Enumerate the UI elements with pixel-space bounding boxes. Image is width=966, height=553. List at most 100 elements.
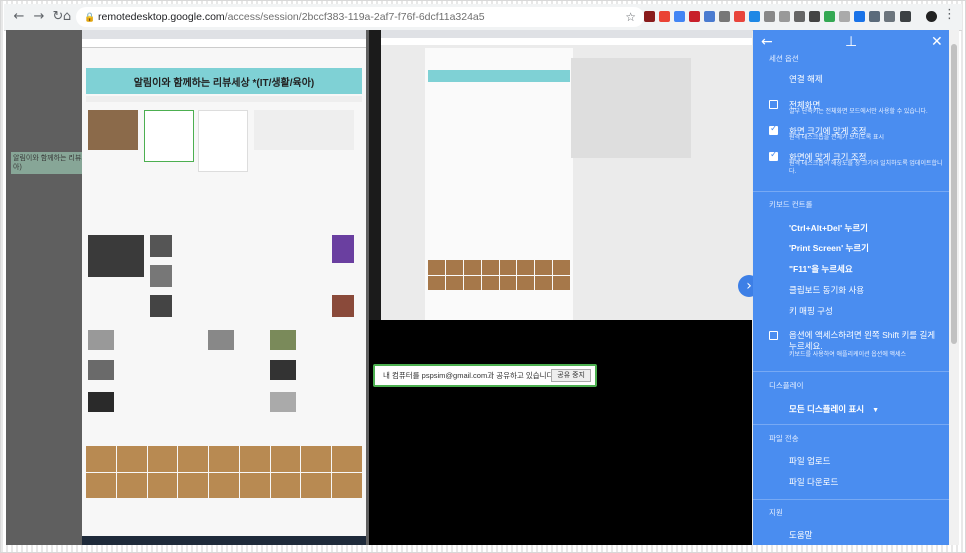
- close-icon[interactable]: ✕: [931, 34, 943, 50]
- browser-toolbar: ← → ↻ ⌂ 🔒 remotedesktop.google.com/acces…: [4, 4, 962, 31]
- sharing-notification: 내 컴퓨터를 pspsim@gmail.com과 공유하고 있습니다. 공유 중…: [373, 364, 597, 387]
- ctrl-alt-del-button[interactable]: 'Ctrl+Alt+Del' 누르기: [789, 222, 868, 234]
- extension-icon[interactable]: [839, 11, 850, 22]
- browser-menu-icon[interactable]: ⋮: [943, 7, 956, 22]
- remote-tab-strip: [381, 30, 752, 38]
- remote-screen-secondary[interactable]: [381, 30, 752, 320]
- print-screen-button[interactable]: 'Print Screen' 누르기: [789, 242, 869, 254]
- nested-photo-grid: [428, 260, 570, 290]
- extension-icon[interactable]: [900, 11, 911, 22]
- section-header-support: 지원: [769, 508, 783, 517]
- photo-grid: [86, 446, 362, 498]
- blog-title: 알림이와 함께하는 리뷰세상 *(IT/생활/육아): [133, 78, 315, 89]
- clipboard-sync-button[interactable]: 클립보드 동기화 사용: [789, 284, 864, 296]
- blog-widget: [144, 110, 194, 162]
- extension-icon[interactable]: [704, 11, 715, 22]
- display-select-value: 모든 디스플레이 표시: [789, 404, 865, 414]
- extension-icon[interactable]: [689, 11, 700, 22]
- article-thumbnail: [150, 265, 172, 287]
- section-header-file-transfer: 파일 전송: [769, 434, 799, 443]
- article-thumbnail: [332, 295, 354, 317]
- bookmark-star-icon[interactable]: ☆: [625, 7, 636, 27]
- article-thumbnail: [332, 235, 354, 263]
- url-host: remotedesktop.google.com: [98, 11, 225, 23]
- lock-icon: 🔒: [84, 12, 96, 22]
- extension-icon[interactable]: [884, 11, 895, 22]
- remote-desktop-view[interactable]: 알림이와 함께하는 리뷰세상 *(IT/생활/육아) 알림이와 함께하는 리뷰세…: [6, 30, 752, 545]
- address-bar[interactable]: 🔒 remotedesktop.google.com/access/sessio…: [76, 7, 644, 27]
- remote-address-bar: [381, 38, 752, 45]
- blog-widget: [254, 110, 354, 150]
- sharing-message: 내 컴퓨터를 pspsim@gmail.com과 공유하고 있습니다.: [383, 371, 556, 380]
- extension-icon[interactable]: [854, 11, 865, 22]
- extension-icon[interactable]: [674, 11, 685, 22]
- resize-fit-description: 원격 데스크톱의 해상도를 창 크기와 일치하도록 업데이트합니다.: [789, 161, 943, 175]
- upload-file-button[interactable]: 파일 업로드: [789, 455, 830, 467]
- f11-button[interactable]: "F11"을 누르세요: [789, 263, 853, 275]
- article-thumbnail: [150, 295, 172, 317]
- disconnect-button[interactable]: 연결 해제: [789, 73, 823, 85]
- shift-option-checkbox[interactable]: [769, 331, 778, 340]
- nested-blog-banner: [428, 70, 570, 82]
- panel-scrollbar[interactable]: [949, 30, 959, 545]
- article-thumbnail: [270, 330, 296, 350]
- home-icon[interactable]: ⌂: [60, 8, 74, 26]
- session-options-panel: ← ⊥ ✕ 세션 옵션 연결 해제 전체화면 일부 단축키는 전체화면 모드에서…: [753, 30, 949, 545]
- article-thumbnail: [270, 360, 296, 380]
- article-thumbnail: [208, 330, 234, 350]
- article-thumbnail: [88, 360, 114, 380]
- help-button[interactable]: 도움말: [789, 529, 812, 541]
- divider: [753, 371, 949, 372]
- section-header-keyboard: 키보드 컨트롤: [769, 200, 813, 209]
- divider: [753, 499, 949, 500]
- download-file-button[interactable]: 파일 다운로드: [789, 476, 838, 488]
- back-arrow-icon[interactable]: ←: [761, 34, 773, 50]
- back-arrow-icon[interactable]: ←: [10, 8, 28, 26]
- dropdown-caret-icon: ▼: [872, 407, 880, 414]
- blog-profile-image: [88, 110, 138, 150]
- extension-icon[interactable]: [749, 11, 760, 22]
- extension-icon[interactable]: [869, 11, 880, 22]
- remote-screen-primary[interactable]: 알림이와 함께하는 리뷰세상 *(IT/생활/육아): [82, 30, 366, 545]
- url-path: /access/session/2bccf383-119a-2af7-f76f-…: [224, 11, 485, 23]
- remote-tab-strip: [82, 30, 366, 39]
- remote-taskbar: [82, 536, 366, 545]
- extension-icon[interactable]: [644, 11, 655, 22]
- forward-arrow-icon[interactable]: →: [30, 8, 48, 26]
- extension-icon[interactable]: [779, 11, 790, 22]
- fullscreen-description: 일부 단축키는 전체화면 모드에서만 사용할 수 있습니다.: [789, 109, 928, 115]
- article-thumbnail: [88, 330, 114, 350]
- extension-icon[interactable]: [809, 11, 820, 22]
- divider: [753, 191, 949, 192]
- shift-option-label[interactable]: 옵션에 액세스하려면 왼쪽 Shift 키를 길게 누르세요.: [789, 330, 939, 352]
- extension-icon[interactable]: [794, 11, 805, 22]
- remote-background: [6, 30, 82, 545]
- blog-widget: [198, 110, 248, 172]
- resize-fit-checkbox[interactable]: [769, 150, 778, 161]
- section-header-display: 디스플레이: [769, 381, 804, 390]
- section-header-session: 세션 옵션: [769, 54, 799, 63]
- article-thumbnail: [150, 235, 172, 257]
- pin-icon[interactable]: ⊥: [845, 34, 857, 50]
- scrollbar-thumb[interactable]: [951, 44, 957, 344]
- extension-icon[interactable]: [764, 11, 775, 22]
- extension-icon[interactable]: [719, 11, 730, 22]
- remote-vertical-taskbar: [369, 30, 381, 320]
- nested-remote-window: [571, 58, 691, 158]
- shift-option-description: 키보드를 사용하여 애플리케이션 옵션에 액세스: [789, 352, 907, 358]
- stop-sharing-button[interactable]: 공유 중지: [551, 369, 591, 382]
- article-thumbnail: [88, 235, 144, 277]
- extension-icon[interactable]: [734, 11, 745, 22]
- profile-avatar[interactable]: [926, 11, 937, 22]
- display-select[interactable]: 모든 디스플레이 표시 ▼: [789, 403, 879, 415]
- fullscreen-checkbox[interactable]: [769, 100, 778, 109]
- fit-window-description: 원격 데스크톱을 전체가 보이도록 표시: [789, 135, 884, 141]
- article-thumbnail: [270, 392, 296, 412]
- remote-address-bar: [82, 39, 366, 48]
- fit-window-checkbox[interactable]: [769, 124, 778, 135]
- extension-icon[interactable]: [824, 11, 835, 22]
- article-thumbnail: [88, 392, 114, 412]
- keymap-button[interactable]: 키 매핑 구성: [789, 305, 833, 317]
- divider: [753, 424, 949, 425]
- extension-icon[interactable]: [659, 11, 670, 22]
